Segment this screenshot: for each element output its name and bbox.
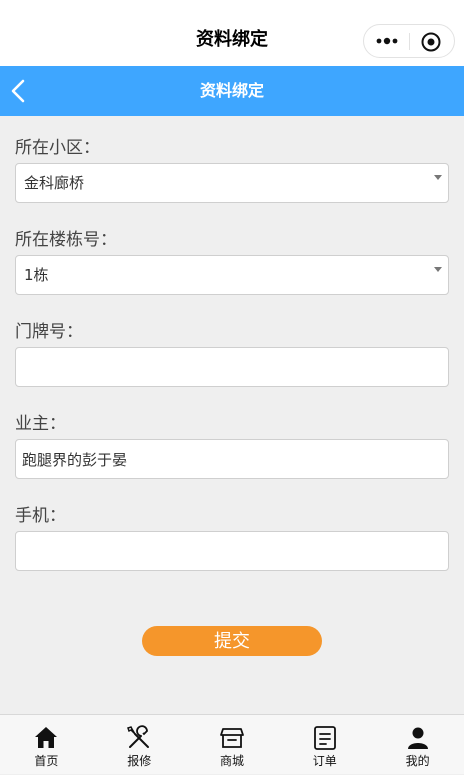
community-select[interactable]: 金科廊桥 (15, 163, 449, 203)
phone-label: 手机： (15, 506, 66, 526)
owner-input[interactable] (15, 439, 449, 479)
page-header: 资料绑定 (0, 66, 464, 116)
tab-bar: 首页 报修 商城 订单 我的 (0, 714, 464, 774)
caret-down-icon (434, 175, 442, 180)
tab-label: 订单 (312, 754, 337, 768)
tab-orders[interactable]: 订单 (278, 715, 371, 775)
submit-button[interactable]: 提交 (142, 626, 322, 656)
target-icon[interactable] (420, 31, 442, 53)
tab-label: 商城 (219, 754, 244, 768)
tab-shop[interactable]: 商城 (186, 715, 279, 775)
capsule-menu (363, 24, 455, 58)
tab-label: 首页 (34, 754, 59, 768)
more-dots-icon[interactable] (374, 32, 400, 50)
tools-icon (127, 725, 150, 748)
caret-down-icon (434, 267, 442, 272)
capsule-divider (409, 33, 410, 50)
community-label: 所在小区： (15, 138, 100, 158)
tab-label: 报修 (127, 754, 152, 768)
shop-icon (220, 728, 244, 748)
community-value: 金科廊桥 (24, 174, 85, 192)
building-select[interactable]: 1栋 (15, 255, 449, 295)
chevron-left-icon[interactable] (6, 76, 34, 106)
order-icon (313, 726, 336, 750)
tab-home[interactable]: 首页 (0, 715, 93, 775)
tab-label: 我的 (405, 754, 430, 768)
home-icon (35, 727, 58, 748)
user-icon (407, 727, 428, 749)
door-label: 门牌号： (15, 322, 83, 342)
owner-label: 业主： (15, 414, 66, 434)
page-title: 资料绑定 (199, 81, 264, 100)
top-bar: 资料绑定 (0, 0, 464, 66)
tab-repair[interactable]: 报修 (93, 715, 186, 775)
door-number-input[interactable] (15, 347, 449, 387)
phone-input[interactable] (15, 531, 449, 571)
tab-mine[interactable]: 我的 (371, 715, 464, 775)
building-label: 所在楼栋号： (15, 230, 117, 250)
building-value: 1栋 (24, 266, 49, 284)
